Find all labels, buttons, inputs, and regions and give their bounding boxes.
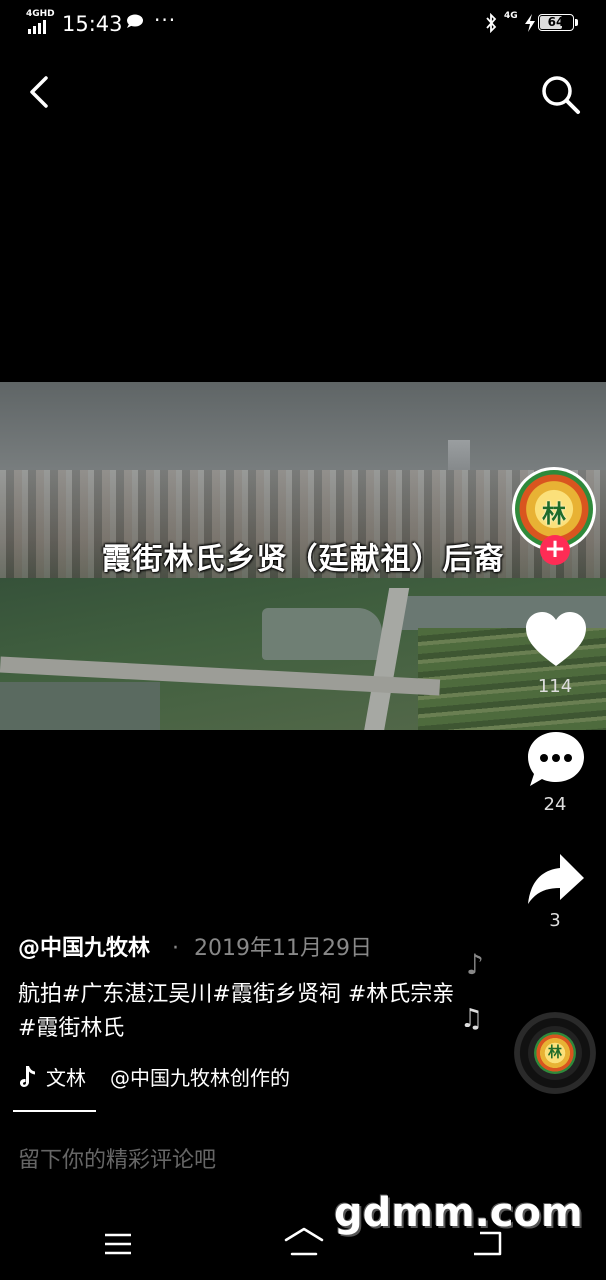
music-creator[interactable]: @中国九牧林创作的 bbox=[110, 1064, 290, 1092]
chevron-left-icon[interactable] bbox=[18, 70, 62, 114]
author-name[interactable]: @中国九牧林 bbox=[18, 934, 150, 964]
like-count: 114 bbox=[537, 676, 573, 697]
battery-level: 64 bbox=[547, 15, 565, 29]
creator-logo-text: 林 bbox=[542, 500, 566, 528]
battery-icon: 64 bbox=[538, 14, 574, 31]
more-notifications: ··· bbox=[154, 8, 177, 32]
video-caption: 霞街林氏乡贤（廷献祖）后裔 bbox=[101, 542, 505, 577]
battery-cap bbox=[575, 19, 578, 26]
network-type: 4GHD bbox=[26, 9, 55, 19]
music-note-icon: ♫ bbox=[460, 1004, 484, 1034]
menu-icon[interactable] bbox=[104, 1232, 132, 1256]
music-title[interactable]: 文林 bbox=[46, 1064, 86, 1092]
music-note-icon: ♪ bbox=[466, 948, 484, 981]
post-description[interactable]: 航拍#广东湛江吴川#霞街乡贤祠 #林氏宗亲#霞街林氏 bbox=[18, 978, 458, 1046]
video-pond bbox=[0, 682, 160, 730]
post-date: 2019年11月29日 bbox=[194, 936, 372, 961]
signal-icon bbox=[28, 20, 54, 34]
video-pond bbox=[262, 608, 382, 660]
status-time: 15:43 bbox=[62, 12, 123, 36]
follow-button[interactable]: + bbox=[540, 535, 570, 565]
share-count: 3 bbox=[549, 910, 561, 931]
video-sky bbox=[0, 382, 606, 480]
watermark: gdmm.com bbox=[334, 1190, 583, 1236]
disc-logo-text: 林 bbox=[548, 1045, 562, 1061]
heart-icon[interactable] bbox=[524, 610, 588, 670]
music-disc[interactable]: 林 bbox=[514, 1012, 596, 1094]
comment-input[interactable]: 留下你的精彩评论吧 bbox=[18, 1146, 216, 1176]
comment-count: 24 bbox=[543, 794, 567, 815]
search-icon[interactable] bbox=[536, 70, 586, 120]
status-bar: 4GHD 15:43 ··· 4G 64 bbox=[0, 0, 606, 48]
back-icon[interactable] bbox=[470, 1228, 504, 1258]
music-underline bbox=[13, 1110, 96, 1112]
separator-dot: · bbox=[172, 936, 179, 961]
bluetooth-icon bbox=[486, 13, 497, 33]
message-icon bbox=[127, 14, 143, 28]
video-player[interactable]: 霞街林氏乡贤（廷献祖）后裔 bbox=[0, 382, 606, 730]
cellular-type: 4G bbox=[504, 11, 518, 21]
disc-logo: 林 bbox=[534, 1032, 576, 1074]
home-icon[interactable] bbox=[284, 1226, 324, 1258]
comment-icon[interactable] bbox=[524, 730, 588, 790]
tiktok-icon bbox=[20, 1066, 35, 1087]
charging-icon bbox=[525, 14, 535, 32]
share-icon[interactable] bbox=[524, 850, 588, 910]
